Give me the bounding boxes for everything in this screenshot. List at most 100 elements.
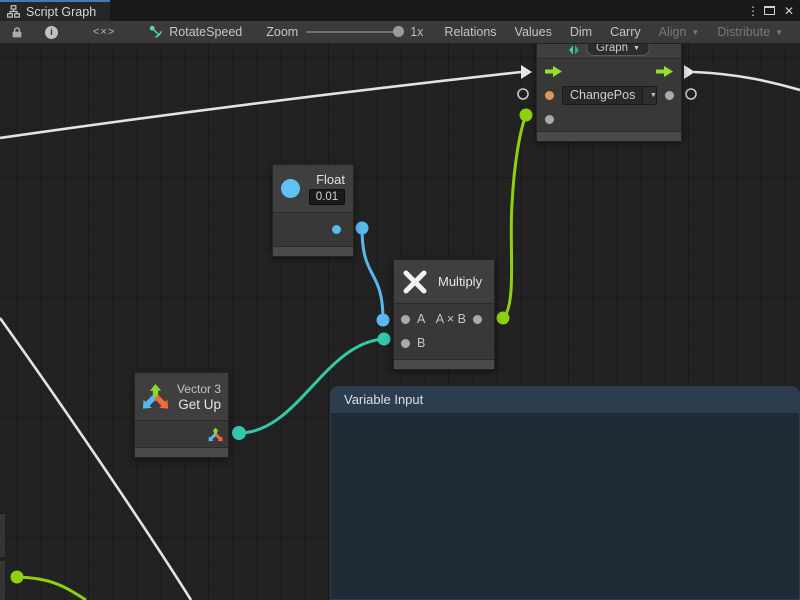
tab-script-graph[interactable]: Script Graph [0,0,110,21]
value-port-ring-left[interactable] [518,89,528,99]
value-port-ring-right[interactable] [686,89,696,99]
dim-button[interactable]: Dim [561,21,601,43]
multiply-icon [402,269,428,295]
caret-down-icon: ▼ [633,45,640,52]
graph-dropdown-label: Graph [596,44,628,54]
wire-multiply-to-graph[interactable] [503,115,526,318]
wire-endpoint[interactable] [377,314,390,327]
wire-flow-out[interactable] [694,72,800,90]
node-footer [135,447,228,457]
float-value-input[interactable] [309,189,345,205]
lock-button[interactable] [0,21,34,43]
node-header[interactable]: Vector 3 Get Up [135,373,228,421]
zoom-control: Zoom 1x [254,21,435,43]
vector3-icon [142,383,169,410]
node-header[interactable]: Graph ▼ [537,44,681,59]
wire-endpoint[interactable] [11,571,24,584]
zoom-label: Zoom [266,25,298,39]
embed-code-button[interactable]: <×> [69,21,139,43]
close-icon[interactable]: ✕ [784,4,794,18]
variable-port[interactable] [545,91,554,100]
graph-ref-label: RotateSpeed [169,25,242,39]
wire-diagonal[interactable] [0,318,191,600]
bolt-graph-icon [568,44,580,56]
wire-float-to-multiply[interactable] [362,228,383,320]
input-row [537,107,681,131]
node-vector3-get-up[interactable]: Vector 3 Get Up [134,372,229,458]
node-set-variable[interactable]: Graph ▼ ChangePos ▼ [536,44,682,142]
align-label: Align [659,25,687,39]
wire-bottom-left[interactable] [17,577,86,600]
value-out-port[interactable] [665,91,674,100]
node-footer [273,246,353,256]
distribute-button: Distribute ▼ [708,21,792,43]
align-button: Align ▼ [650,21,709,43]
caret-down-icon: ▼ [650,92,657,99]
flow-port-triangle-left[interactable] [521,65,532,79]
node-footer [537,131,681,141]
wire-endpoint[interactable] [232,426,246,440]
maximize-icon[interactable] [764,6,775,15]
info-icon: i [45,26,58,39]
flow-out-arrow-icon[interactable] [656,66,673,77]
wire-endpoint[interactable] [378,333,391,346]
variable-select-button[interactable]: ▼ [642,87,657,104]
value-in-port[interactable] [545,115,554,124]
offscreen-node-edge[interactable] [0,561,6,600]
variable-select[interactable]: ChangePos ▼ [562,86,657,105]
node-multiply[interactable]: Multiply A A × B B [393,259,495,370]
node-header[interactable]: Float [273,165,353,213]
node-title: Vector 3 [177,382,221,396]
caret-down-icon: ▼ [775,28,783,37]
zoom-slider-knob[interactable] [393,26,404,37]
node-footer [394,359,494,369]
port-out[interactable] [473,315,482,324]
node-title: Float [316,172,345,187]
node-body: A A × B B [394,304,494,359]
port-b[interactable] [401,339,410,348]
carry-button[interactable]: Carry [601,21,650,43]
script-graph-window: Script Graph ⋮ ✕ i <×> R [0,0,800,600]
window-controls: ⋮ ✕ [747,0,800,21]
group-title: Variable Input [344,392,423,407]
wire-endpoint[interactable] [356,222,369,235]
port-b-label: B [417,336,425,350]
tab-title: Script Graph [26,5,96,19]
relations-button[interactable]: Relations [435,21,505,43]
hierarchy-icon [7,5,20,18]
caret-down-icon: ▼ [691,28,699,37]
offscreen-node-edge[interactable] [0,514,6,557]
float-out-port[interactable] [332,225,341,234]
port-row-b: B [394,331,494,355]
graph-breadcrumb[interactable]: RotateSpeed [139,21,254,43]
node-body [135,421,228,447]
wire-flow-in[interactable] [0,72,521,138]
flow-port-triangle-right[interactable] [684,65,695,79]
group-variable-input[interactable]: Variable Input [330,386,800,600]
distribute-label: Distribute [717,25,770,39]
window-menu-icon[interactable]: ⋮ [747,4,755,18]
info-button[interactable]: i [34,21,69,43]
port-a-label: A [417,312,425,326]
values-button[interactable]: Values [506,21,561,43]
wire-endpoint[interactable] [497,312,510,325]
node-float[interactable]: Float [272,164,354,257]
graph-ref-icon [149,25,163,39]
node-title: Multiply [438,274,482,289]
wire-endpoint[interactable] [520,109,533,122]
port-a[interactable] [401,315,410,324]
flow-row [537,59,681,83]
flow-in-arrow-icon[interactable] [545,66,562,77]
group-header[interactable]: Variable Input [330,386,800,413]
variable-row: ChangePos ▼ [537,83,681,107]
port-out-label: A × B [436,312,466,326]
node-body [273,213,353,246]
lock-icon [11,26,23,39]
zoom-slider[interactable] [306,31,402,33]
node-header[interactable]: Multiply [394,260,494,304]
graph-canvas[interactable]: Variable Input Graph ▼ [0,44,800,600]
overview-button[interactable]: Overview [792,21,800,43]
vector3-out-port[interactable] [208,427,223,442]
tab-bar: Script Graph ⋮ ✕ [0,0,800,21]
graph-dropdown[interactable]: Graph ▼ [586,44,650,56]
